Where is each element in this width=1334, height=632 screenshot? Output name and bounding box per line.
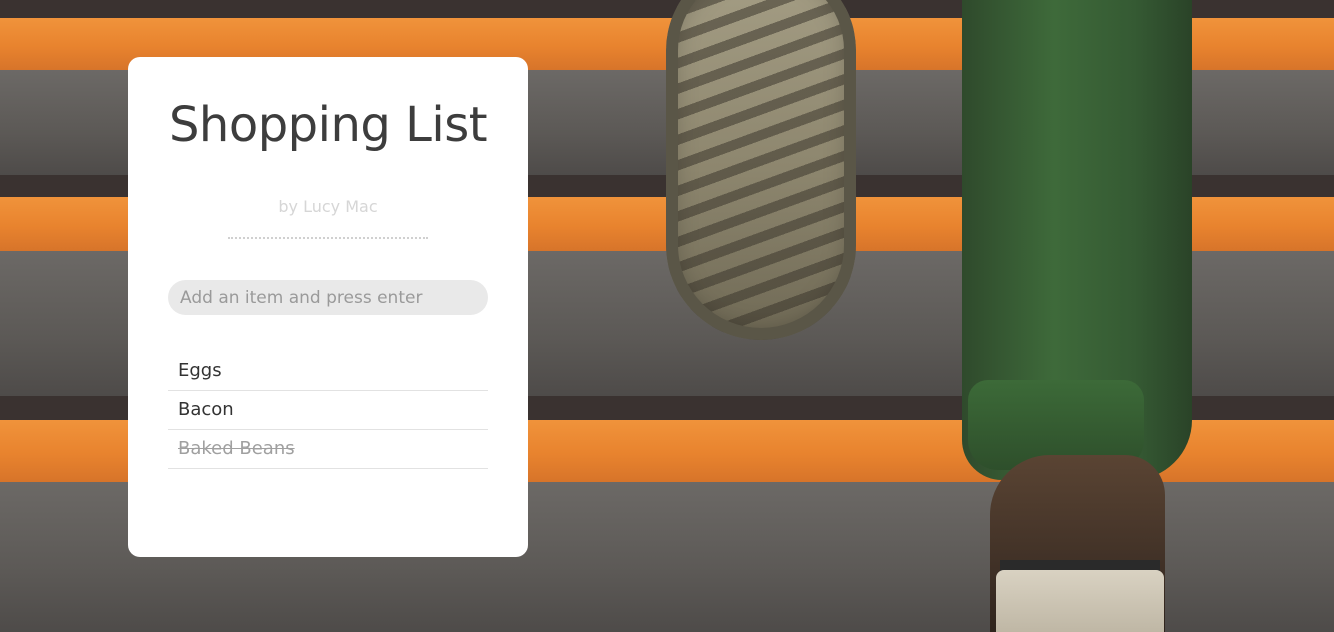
- shopping-items-list: Eggs Bacon Baked Beans: [168, 352, 488, 469]
- add-item-input[interactable]: [168, 280, 488, 315]
- shoe-sole-band-image: [996, 570, 1164, 632]
- dotted-divider: [228, 237, 428, 239]
- author-byline: by Lucy Mac: [278, 197, 378, 216]
- page-title: Shopping List: [168, 97, 488, 153]
- list-item-bacon[interactable]: Bacon: [168, 391, 488, 430]
- shopping-list-card: Shopping List by Lucy Mac Eggs Bacon Bak…: [128, 57, 528, 557]
- shoe-sole-image: [666, 0, 856, 340]
- list-item-eggs[interactable]: Eggs: [168, 352, 488, 391]
- list-item-baked-beans[interactable]: Baked Beans: [168, 430, 488, 469]
